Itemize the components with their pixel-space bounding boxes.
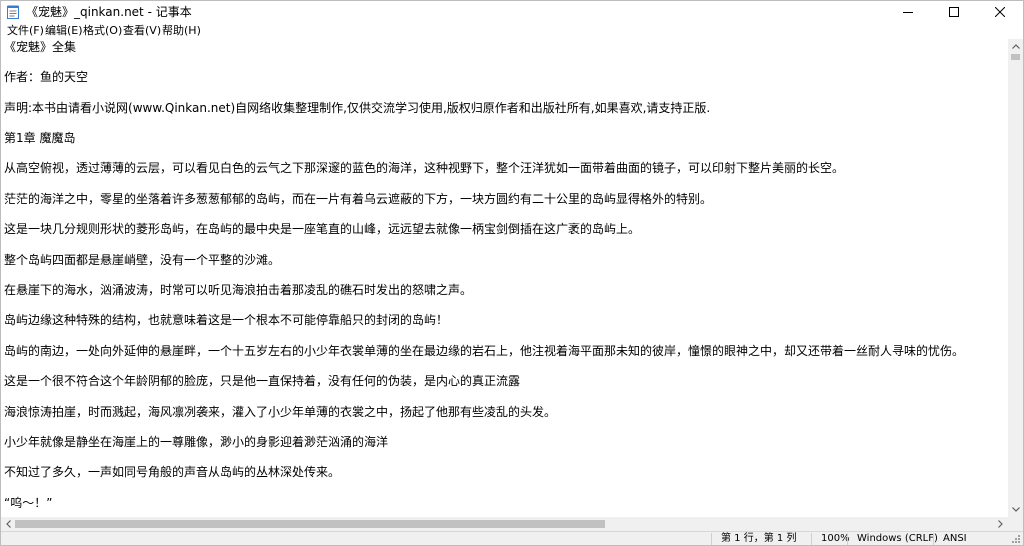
text-line: 小少年就像是静坐在海崖上的一尊雕像，渺小的身影迎着渺茫汹涌的海洋 [4,435,389,449]
text-line: 第1章 魔魔岛 [4,131,76,145]
title-bar[interactable]: 《宠魅》_qinkan.net - 记事本 [1,1,1023,23]
horizontal-scrollbar[interactable] [1,517,1008,531]
text-line: 海浪惊涛拍崖，时而溅起，海风凛冽袭来，灌入了小少年单薄的衣裳之中，扬起了他那有些… [4,405,557,419]
menu-view[interactable]: 查看(V) [123,23,161,39]
maximize-icon [949,7,959,17]
minimize-button[interactable] [885,1,931,23]
menu-help[interactable]: 帮助(H) [162,23,201,39]
text-line: “呜～！” [4,496,53,510]
text-line: 不知过了多久，一声如同号角般的声音从岛屿的丛林深处传来。 [4,465,341,479]
text-line: 这是一块几分规则形状的菱形岛屿，在岛屿的最中央是一座笔直的山峰，远远望去就像一柄… [4,222,641,236]
window-title: 《宠魅》_qinkan.net - 记事本 [26,5,192,19]
resize-grip-icon[interactable] [1011,534,1021,544]
vertical-scroll-thumb[interactable] [1011,54,1020,60]
text-line: 在悬崖下的海水，汹涌波涛，时常可以听见海浪拍击着那凌乱的礁石时发出的怒啸之声。 [4,283,473,297]
zoom-level: 100% [821,533,850,544]
status-divider [811,533,812,545]
chevron-down-icon [1011,507,1020,512]
scroll-up-button[interactable] [1008,39,1023,54]
status-divider [933,533,934,545]
text-line: 整个岛屿四面都是悬崖峭壁，没有一个平整的沙滩。 [4,253,281,267]
line-ending: Windows (CRLF) [857,533,938,544]
menu-bar: 文件(F) 编辑(E) 格式(O) 查看(V) 帮助(H) [1,23,1023,39]
text-line: 《宠魅》全集 [4,40,77,54]
chevron-up-icon [1011,44,1020,49]
scroll-left-button[interactable] [1,517,16,531]
notepad-window: 《宠魅》_qinkan.net - 记事本 文件(F) 编辑(E) 格式(O) … [0,0,1024,546]
cursor-position: 第 1 行，第 1 列 [721,533,797,544]
text-line: 茫茫的海洋之中，零星的坐落着许多葱葱郁郁的岛屿，而在一片有着乌云遮蔽的下方，一块… [4,192,713,206]
menu-edit[interactable]: 编辑(E) [45,23,83,39]
status-bar: 第 1 行，第 1 列 100% Windows (CRLF) ANSI [1,531,1023,545]
scroll-right-button[interactable] [993,517,1008,531]
text-line: 从高空俯视，透过薄薄的云层，可以看见白色的云气之下那深邃的蓝色的海洋，这种视野下… [4,161,845,175]
status-divider [847,533,848,545]
text-line: 岛屿的南边，一处向外延伸的悬崖畔，一个十五岁左右的小少年衣裳单薄的坐在最边缘的岩… [4,344,965,358]
status-divider [711,533,712,545]
text-line: 这是一个很不符合这个年龄阴郁的脸庞，只是他一直保持着，没有任何的伪装，是内心的真… [4,374,521,388]
chevron-right-icon [998,520,1003,528]
menu-file[interactable]: 文件(F) [7,23,44,39]
text-editor[interactable]: 《宠魅》全集 作者：鱼的天空 声明:本书由请看小说网(www.Qinkan.ne… [1,39,1008,517]
menu-format[interactable]: 格式(O) [83,23,122,39]
maximize-button[interactable] [931,1,977,23]
encoding: ANSI [943,533,967,544]
vertical-scrollbar[interactable] [1008,39,1023,517]
close-icon [995,7,1005,17]
horizontal-scroll-thumb[interactable] [15,520,605,528]
notepad-icon [7,5,19,19]
chevron-left-icon [6,520,11,528]
scroll-down-button[interactable] [1008,502,1023,517]
text-line: 岛屿边缘这种特殊的结构，也就意味着这是一个根本不可能停靠船只的封闭的岛屿！ [4,313,449,327]
text-line: 声明:本书由请看小说网(www.Qinkan.net)自网络收集整理制作,仅供交… [4,101,711,115]
close-button[interactable] [977,1,1023,23]
minimize-icon [903,12,913,13]
text-line: 作者：鱼的天空 [4,70,89,84]
scrollbar-corner [1008,517,1023,531]
